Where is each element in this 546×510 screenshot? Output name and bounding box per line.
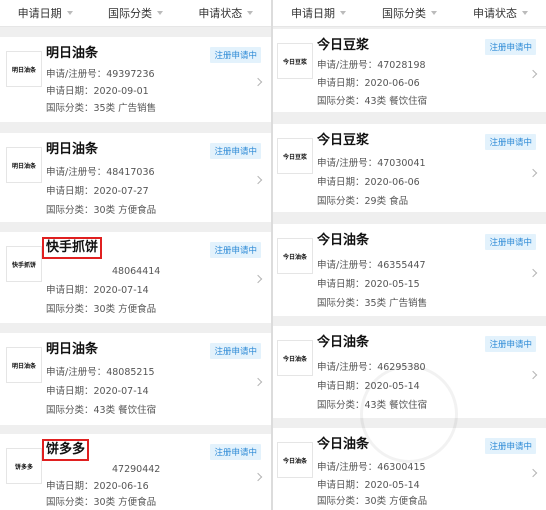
chevron-right-icon	[253, 472, 263, 482]
caret-down-icon	[66, 11, 73, 15]
status-badge: 注册申请中	[485, 336, 536, 352]
registration-number: 申请/注册号：48085215	[46, 367, 155, 378]
trademark-card[interactable]: 今日豆浆 今日豆浆 申请/注册号：47028198 申请日期：2020-06-0…	[273, 29, 546, 112]
caret-down-icon	[522, 11, 528, 15]
trademark-card[interactable]: 今日豆浆 今日豆浆 申请/注册号：47030041 申请日期：2020-06-0…	[273, 124, 546, 212]
international-class: 国际分类：35类 广告销售	[317, 298, 428, 309]
application-date: 申请日期：2020-06-16	[46, 481, 149, 492]
trademark-card[interactable]: 今日油条 今日油条 申请/注册号：46355447 申请日期：2020-05-1…	[273, 224, 546, 316]
chevron-right-icon	[253, 77, 263, 87]
application-date: 申请日期：2020-05-15	[317, 279, 420, 290]
registration-number: 申请/注册号：47028198	[317, 60, 426, 71]
caret-down-icon	[340, 11, 346, 15]
status-badge: 注册申请中	[210, 47, 261, 63]
application-date: 申请日期：2020-07-27	[46, 186, 149, 197]
trademark-name: 快手抓饼	[42, 237, 103, 259]
status-badge: 注册申请中	[485, 438, 536, 454]
trademark-logo: 今日油条	[277, 442, 313, 478]
trademark-card[interactable]: 明日油条 明日油条 申请/注册号：48085215 申请日期：2020-07-1…	[0, 333, 271, 425]
trademark-logo: 快手抓饼	[6, 246, 42, 282]
filter-status[interactable]: 申请状态	[181, 0, 271, 26]
filter-date[interactable]: 申请日期	[0, 0, 90, 26]
filter-bar: 申请日期 国际分类 申请状态	[0, 0, 271, 27]
international-class: 国际分类：30类 方便食品	[46, 497, 157, 508]
trademark-logo: 今日豆浆	[277, 138, 313, 174]
chevron-right-icon	[253, 175, 263, 185]
application-date: 申请日期：2020-06-06	[317, 177, 420, 188]
trademark-name: 明日油条	[46, 46, 99, 61]
international-class: 国际分类：29类 食品	[317, 196, 409, 207]
chevron-right-icon	[528, 468, 538, 478]
filter-class-label: 国际分类	[382, 7, 426, 20]
international-class: 国际分类：30类 方便食品	[46, 205, 157, 216]
filter-class[interactable]: 国际分类	[90, 0, 180, 26]
status-badge: 注册申请中	[210, 444, 261, 460]
application-date: 申请日期：2020-07-14	[46, 285, 149, 296]
trademark-card[interactable]: 饼多多 饼多多 47290442 申请日期：2020-06-16 国际分类：30…	[0, 434, 271, 510]
trademark-name: 饼多多	[42, 439, 90, 461]
status-badge: 注册申请中	[210, 242, 261, 258]
trademark-logo: 今日油条	[277, 340, 313, 376]
chevron-right-icon	[528, 370, 538, 380]
application-date: 申请日期：2020-09-01	[46, 86, 149, 97]
trademark-name: 今日油条	[317, 233, 370, 248]
application-date: 申请日期：2020-07-14	[46, 386, 149, 397]
chevron-right-icon	[253, 274, 263, 284]
trademark-logo: 今日油条	[277, 238, 313, 274]
filter-date-label: 申请日期	[291, 7, 335, 20]
left-panel: 申请日期 国际分类 申请状态 明日油条 明日油条 申请/注册号：49397236…	[0, 0, 271, 510]
registration-number: 申请/注册号：49397236	[46, 69, 155, 80]
filter-date[interactable]: 申请日期	[273, 0, 364, 26]
trademark-card[interactable]: 明日油条 明日油条 申请/注册号：48417036 申请日期：2020-07-2…	[0, 133, 271, 222]
trademark-name: 今日油条	[317, 437, 370, 452]
status-badge: 注册申请中	[210, 343, 261, 359]
filter-bar: 申请日期 国际分类 申请状态	[273, 0, 546, 27]
caret-down-icon	[156, 11, 163, 15]
application-date: 申请日期：2020-06-06	[317, 78, 420, 89]
registration-number: 48064414	[112, 266, 161, 277]
trademark-logo: 明日油条	[6, 51, 42, 87]
caret-down-icon	[431, 11, 437, 15]
caret-down-icon	[247, 11, 254, 15]
registration-number: 申请/注册号：47030041	[317, 158, 426, 169]
trademark-name: 今日豆浆	[317, 38, 370, 53]
filter-status-label: 申请状态	[473, 7, 517, 20]
chevron-right-icon	[253, 377, 263, 387]
filter-status[interactable]: 申请状态	[455, 0, 546, 26]
registration-number: 47290442	[112, 464, 161, 475]
trademark-name: 今日豆浆	[317, 133, 370, 148]
chevron-right-icon	[528, 268, 538, 278]
status-badge: 注册申请中	[210, 143, 261, 159]
chevron-right-icon	[528, 69, 538, 79]
trademark-logo: 饼多多	[6, 448, 42, 484]
trademark-card[interactable]: 快手抓饼 快手抓饼 48064414 申请日期：2020-07-14 国际分类：…	[0, 232, 271, 323]
registration-number: 申请/注册号：48417036	[46, 167, 155, 178]
trademark-logo: 明日油条	[6, 347, 42, 383]
trademark-name: 今日油条	[317, 335, 370, 350]
status-badge: 注册申请中	[485, 234, 536, 250]
international-class: 国际分类：35类 广告销售	[46, 103, 157, 114]
status-badge: 注册申请中	[485, 39, 536, 55]
international-class: 国际分类：43类 餐饮住宿	[317, 96, 428, 107]
chevron-right-icon	[528, 168, 538, 178]
filter-date-label: 申请日期	[17, 7, 62, 20]
filter-status-label: 申请状态	[198, 7, 243, 20]
international-class: 国际分类：30类 方便食品	[46, 304, 157, 315]
trademark-logo: 今日豆浆	[277, 43, 313, 79]
international-class: 国际分类：30类 方便食品	[317, 496, 428, 507]
trademark-name: 明日油条	[46, 342, 99, 357]
trademark-logo: 明日油条	[6, 147, 42, 183]
status-badge: 注册申请中	[485, 134, 536, 150]
application-date: 申请日期：2020-05-14	[317, 480, 420, 491]
registration-number: 申请/注册号：46355447	[317, 260, 426, 271]
filter-class[interactable]: 国际分类	[364, 0, 455, 26]
watermark-seal	[360, 365, 458, 463]
trademark-card[interactable]: 明日油条 明日油条 申请/注册号：49397236 申请日期：2020-09-0…	[0, 37, 271, 122]
international-class: 国际分类：43类 餐饮住宿	[46, 405, 157, 416]
trademark-name: 明日油条	[46, 142, 99, 157]
registration-number: 申请/注册号：46300415	[317, 462, 426, 473]
filter-class-label: 国际分类	[107, 7, 152, 20]
